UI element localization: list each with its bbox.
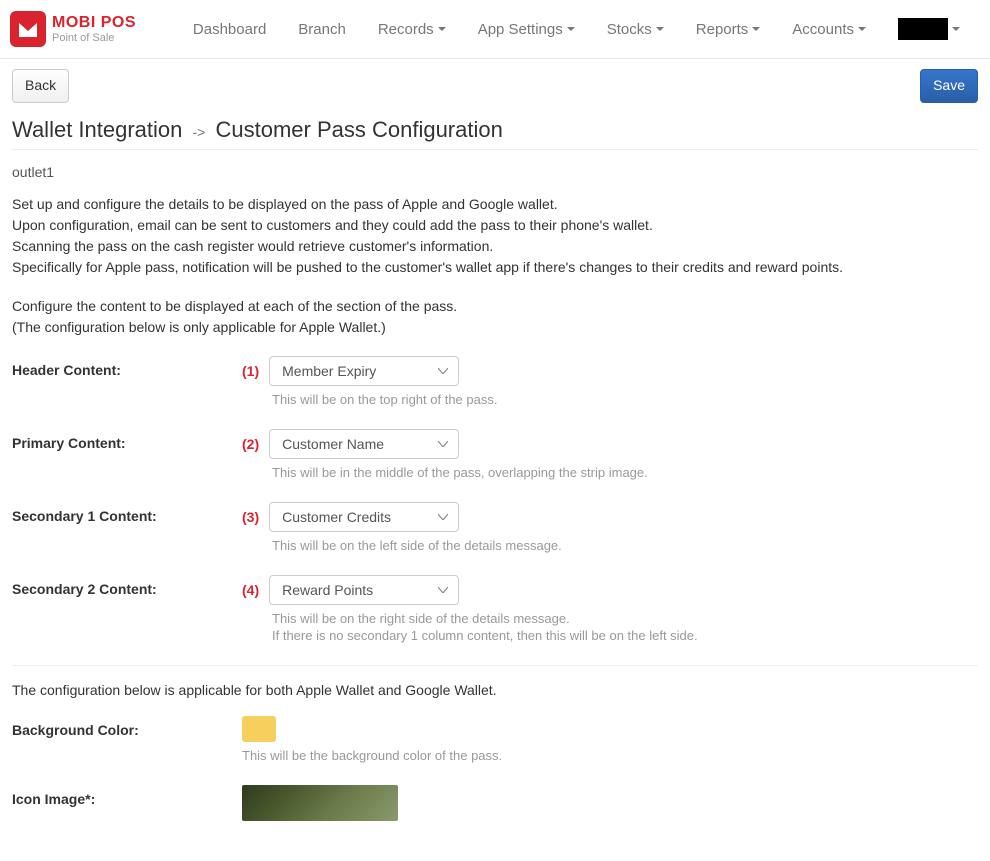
row-header-content: Header Content: (1) Member Expiry This w… [12, 356, 978, 407]
marker-1: (1) [242, 363, 259, 379]
main-content: Back Save Wallet Integration -> Customer… [0, 59, 990, 861]
help-secondary2-content-1: This will be on the right side of the de… [272, 611, 978, 626]
caret-icon [438, 27, 446, 31]
caret-icon [952, 27, 960, 31]
label-secondary2-content: Secondary 2 Content: [12, 575, 242, 597]
select-primary-content[interactable]: Customer Name [269, 429, 459, 459]
outlet-name: outlet1 [12, 164, 978, 180]
save-button[interactable]: Save [920, 69, 978, 103]
help-secondary2-content-2: If there is no secondary 1 column conten… [272, 628, 978, 643]
help-header-content: This will be on the top right of the pas… [272, 392, 978, 407]
label-secondary1-content: Secondary 1 Content: [12, 502, 242, 524]
navbar: MOBI POS Point of Sale Dashboard Branch … [0, 0, 990, 59]
divider [12, 665, 978, 666]
background-color-swatch[interactable] [242, 716, 276, 742]
row-secondary2-content: Secondary 2 Content: (4) Reward Points T… [12, 575, 978, 643]
both-wallet-note: The configuration below is applicable fo… [12, 682, 978, 698]
description-block-2: Configure the content to be displayed at… [12, 296, 978, 338]
nav-stocks[interactable]: Stocks [595, 11, 676, 48]
brand-subtitle: Point of Sale [52, 32, 136, 44]
nav-menu: Dashboard Branch Records App Settings St… [177, 8, 990, 50]
caret-icon [752, 27, 760, 31]
label-primary-content: Primary Content: [12, 429, 242, 451]
select-header-content[interactable]: Member Expiry [269, 356, 459, 386]
icon-image-preview[interactable] [242, 785, 398, 821]
nav-dashboard[interactable]: Dashboard [181, 11, 278, 48]
row-icon-image: Icon Image*: [12, 785, 978, 821]
back-button[interactable]: Back [12, 69, 69, 103]
help-background-color: This will be the background color of the… [242, 748, 978, 763]
row-primary-content: Primary Content: (2) Customer Name This … [12, 429, 978, 480]
nav-records[interactable]: Records [366, 11, 458, 48]
nav-account-dropdown[interactable] [886, 8, 972, 50]
help-secondary1-content: This will be on the left side of the det… [272, 538, 978, 553]
caret-icon [567, 27, 575, 31]
help-primary-content: This will be in the middle of the pass, … [272, 465, 978, 480]
caret-icon [656, 27, 664, 31]
marker-3: (3) [242, 509, 259, 525]
row-secondary1-content: Secondary 1 Content: (3) Customer Credit… [12, 502, 978, 553]
description-block: Set up and configure the details to be d… [12, 194, 978, 278]
marker-2: (2) [242, 436, 259, 452]
nav-branch[interactable]: Branch [286, 11, 358, 48]
label-icon-image: Icon Image*: [12, 785, 242, 807]
caret-icon [858, 27, 866, 31]
select-secondary1-content[interactable]: Customer Credits [269, 502, 459, 532]
marker-4: (4) [242, 582, 259, 598]
divider [12, 149, 978, 150]
nav-app-settings[interactable]: App Settings [466, 11, 587, 48]
page-title: Wallet Integration -> Customer Pass Conf… [12, 117, 978, 143]
nav-accounts[interactable]: Accounts [780, 11, 878, 48]
select-secondary2-content[interactable]: Reward Points [269, 575, 459, 605]
account-avatar [898, 18, 948, 40]
label-background-color: Background Color: [12, 716, 242, 738]
row-background-color: Background Color: This will be the backg… [12, 716, 978, 763]
nav-reports[interactable]: Reports [684, 11, 773, 48]
logo-icon [10, 11, 46, 47]
brand[interactable]: MOBI POS Point of Sale [0, 11, 136, 47]
label-header-content: Header Content: [12, 356, 242, 378]
brand-title: MOBI POS [52, 14, 136, 32]
